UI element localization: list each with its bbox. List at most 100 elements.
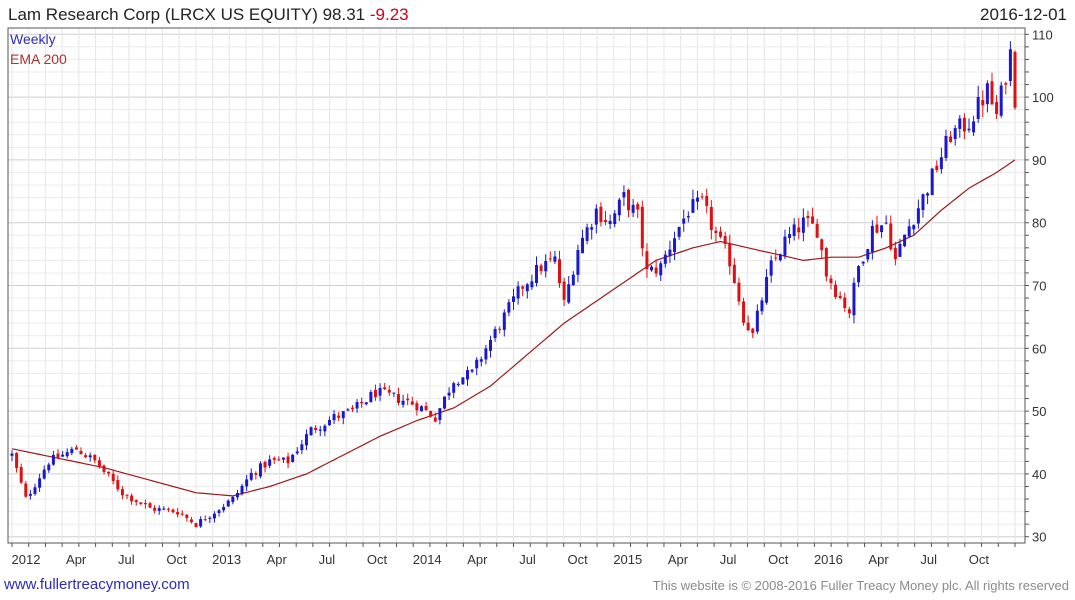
candle-body: [327, 419, 331, 426]
candle-body: [314, 427, 318, 431]
candle-body: [709, 206, 713, 231]
candle-body: [640, 206, 644, 249]
candle-body: [829, 278, 833, 284]
candle-body: [663, 254, 667, 264]
candle-body: [120, 489, 124, 496]
candle-body: [139, 502, 143, 504]
candle-body: [263, 461, 267, 468]
candle-body: [949, 136, 953, 143]
candle-body: [659, 263, 663, 276]
candle-body: [277, 459, 281, 461]
candle-body: [222, 506, 226, 511]
candle-body: [843, 297, 847, 308]
candle-body: [700, 196, 704, 198]
candle-body: [774, 257, 778, 259]
candle-body: [465, 370, 469, 380]
candle-body: [19, 467, 23, 483]
chart-date: 2016-12-01: [980, 5, 1067, 24]
candle-body: [387, 389, 391, 393]
price-chart: 30 40 50 60 70 80 90 100 110 2012 Apr Jul Oct 2013 Ap…: [7, 27, 1054, 567]
candle-body: [870, 225, 874, 252]
candle-body: [383, 387, 387, 390]
candle-body: [304, 434, 308, 446]
candle-body: [309, 427, 313, 436]
x-tick-label: Apr: [467, 552, 488, 567]
candle-body: [995, 101, 999, 114]
y-tick-label: 50: [1032, 404, 1046, 419]
x-tick-label: 2015: [613, 552, 642, 567]
candle-body: [939, 157, 943, 170]
candle-body: [990, 81, 994, 105]
candle-body: [631, 204, 635, 213]
footer-link[interactable]: www.fullertreacymoney.com: [4, 576, 190, 593]
x-tick-label: Oct: [768, 552, 789, 567]
candle-body: [226, 500, 230, 507]
x-tick-label: Oct: [367, 552, 388, 567]
candle-body: [866, 249, 870, 260]
candle-body: [797, 227, 801, 233]
y-tick-label: 60: [1032, 341, 1046, 356]
candle-body: [834, 284, 838, 297]
candle-body: [732, 264, 736, 284]
candle-body: [180, 513, 184, 515]
candle-body: [258, 463, 262, 477]
candle-body: [516, 286, 520, 299]
candle-body: [999, 85, 1003, 116]
candle-body: [921, 194, 925, 211]
candle-body: [51, 454, 55, 465]
candle-body: [553, 256, 557, 262]
legend-weekly: Weekly: [10, 31, 56, 47]
candle-body: [479, 359, 483, 362]
candle-body: [976, 97, 980, 119]
candle-body: [875, 224, 879, 233]
candle-body: [281, 457, 285, 460]
candle-body: [815, 223, 819, 238]
candle-body: [594, 208, 598, 225]
candle-body: [778, 254, 782, 261]
candle-body: [323, 425, 327, 432]
candle-body: [79, 450, 83, 455]
candle-body: [590, 227, 594, 230]
candle-body: [751, 328, 755, 334]
price-change: -9.23: [369, 5, 409, 24]
candle-body: [148, 503, 152, 508]
candle-body: [406, 398, 410, 401]
candle-body: [801, 217, 805, 233]
candle-body: [682, 218, 686, 224]
candle-body: [714, 230, 718, 234]
candle-body: [42, 469, 46, 479]
candle-body: [544, 261, 548, 272]
candle-body: [673, 238, 677, 253]
candle-body: [245, 479, 249, 487]
candle-body: [65, 452, 69, 457]
candle-body: [567, 284, 571, 303]
candle-body: [760, 300, 764, 312]
candle-body: [613, 213, 617, 225]
candle-body: [194, 523, 198, 528]
candle-body: [521, 286, 525, 289]
candle-body: [728, 242, 732, 267]
candle-body: [84, 455, 88, 458]
y-tick-label: 30: [1032, 530, 1046, 545]
candle-body: [723, 236, 727, 244]
candle-body: [130, 495, 134, 502]
candle-body: [755, 310, 759, 332]
candle-body: [972, 121, 976, 133]
x-tick-label: Apr: [66, 552, 87, 567]
y-tick-label: 40: [1032, 467, 1046, 482]
candle-body: [268, 459, 272, 466]
candle-body: [783, 236, 787, 256]
candle-body: [806, 215, 810, 219]
candle-body: [410, 401, 414, 405]
candle-body: [930, 168, 934, 195]
candle-body: [824, 248, 828, 277]
candle-body: [645, 251, 649, 270]
candle-body: [627, 189, 631, 211]
candle-body: [185, 514, 189, 519]
candle-body: [742, 301, 746, 323]
candle-body: [962, 117, 966, 132]
candle-body: [212, 513, 216, 519]
candle-body: [935, 165, 939, 171]
candle-body: [985, 83, 989, 105]
candle-body: [346, 409, 350, 411]
